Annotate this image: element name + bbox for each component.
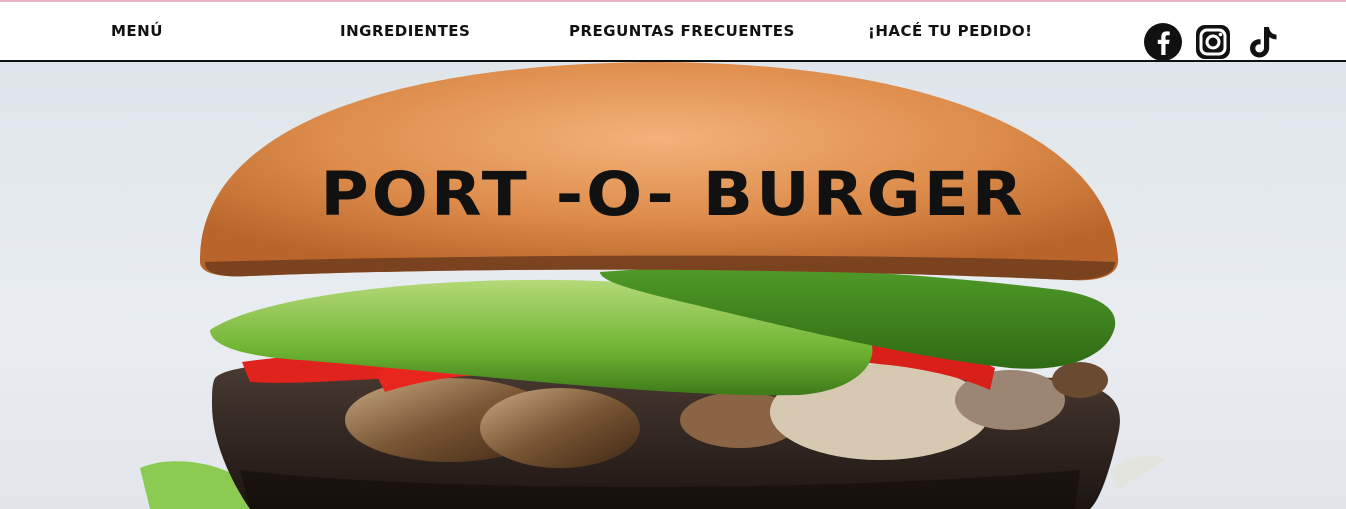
tiktok-icon[interactable]: [1243, 22, 1283, 62]
main-navigation: MENÚ INGREDIENTES PREGUNTAS FRECUENTES ¡…: [0, 2, 1346, 62]
burger-photo: [140, 62, 1165, 509]
nav-item-preguntas-frecuentes[interactable]: PREGUNTAS FRECUENTES: [569, 22, 795, 40]
instagram-icon[interactable]: [1193, 22, 1233, 62]
hero-title: PORT -O- BURGER: [320, 159, 1026, 231]
nav-item-menu[interactable]: MENÚ: [111, 22, 163, 40]
facebook-icon[interactable]: [1143, 22, 1183, 62]
hero-banner: PORT -O- BURGER: [0, 62, 1346, 509]
nav-item-hace-tu-pedido[interactable]: ¡HACÉ TU PEDIDO!: [868, 22, 1032, 40]
nav-item-ingredientes[interactable]: INGREDIENTES: [340, 22, 470, 40]
